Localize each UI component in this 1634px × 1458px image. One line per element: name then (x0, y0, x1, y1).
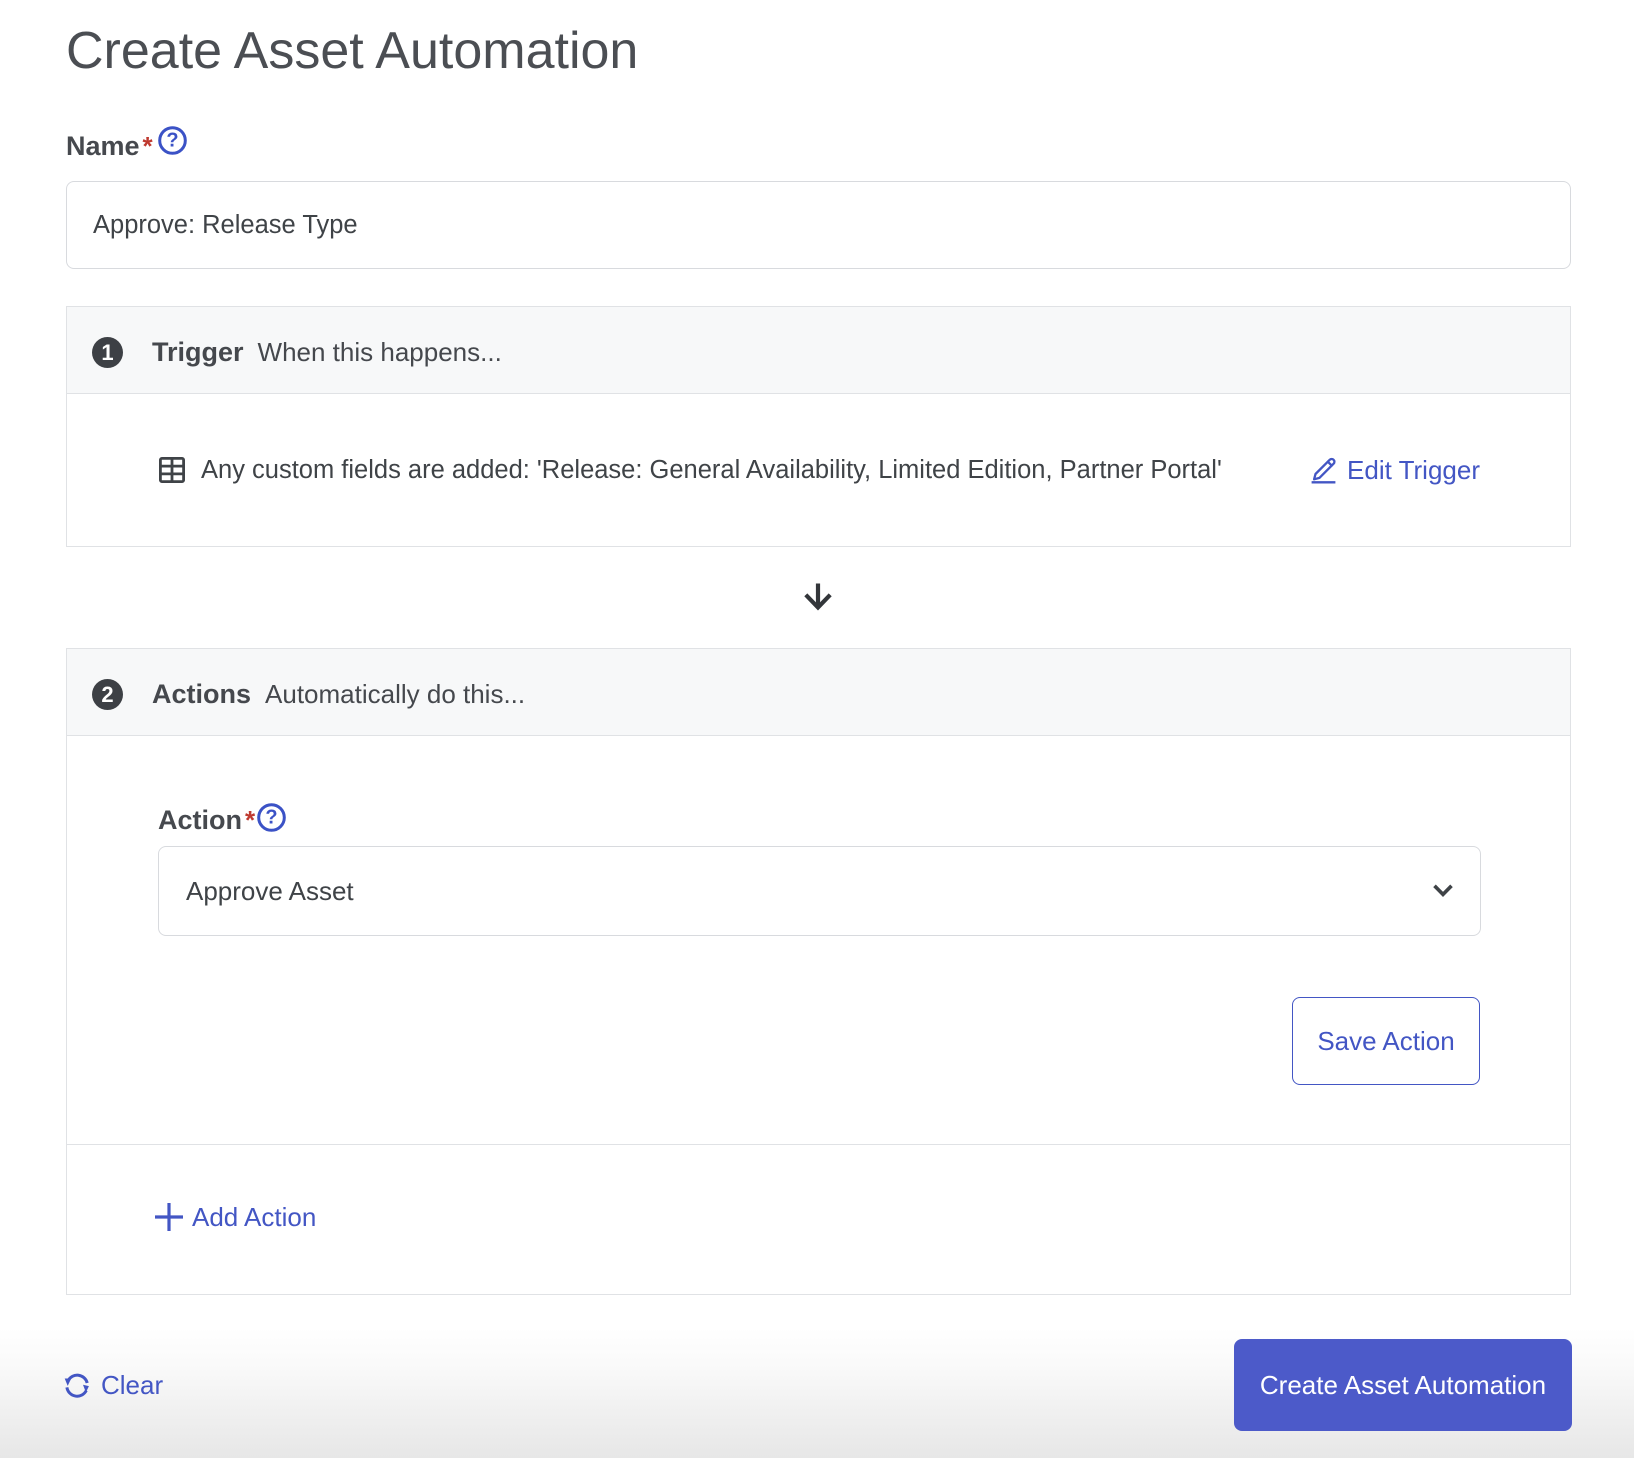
svg-text:?: ? (265, 807, 277, 829)
svg-text:?: ? (166, 130, 178, 152)
